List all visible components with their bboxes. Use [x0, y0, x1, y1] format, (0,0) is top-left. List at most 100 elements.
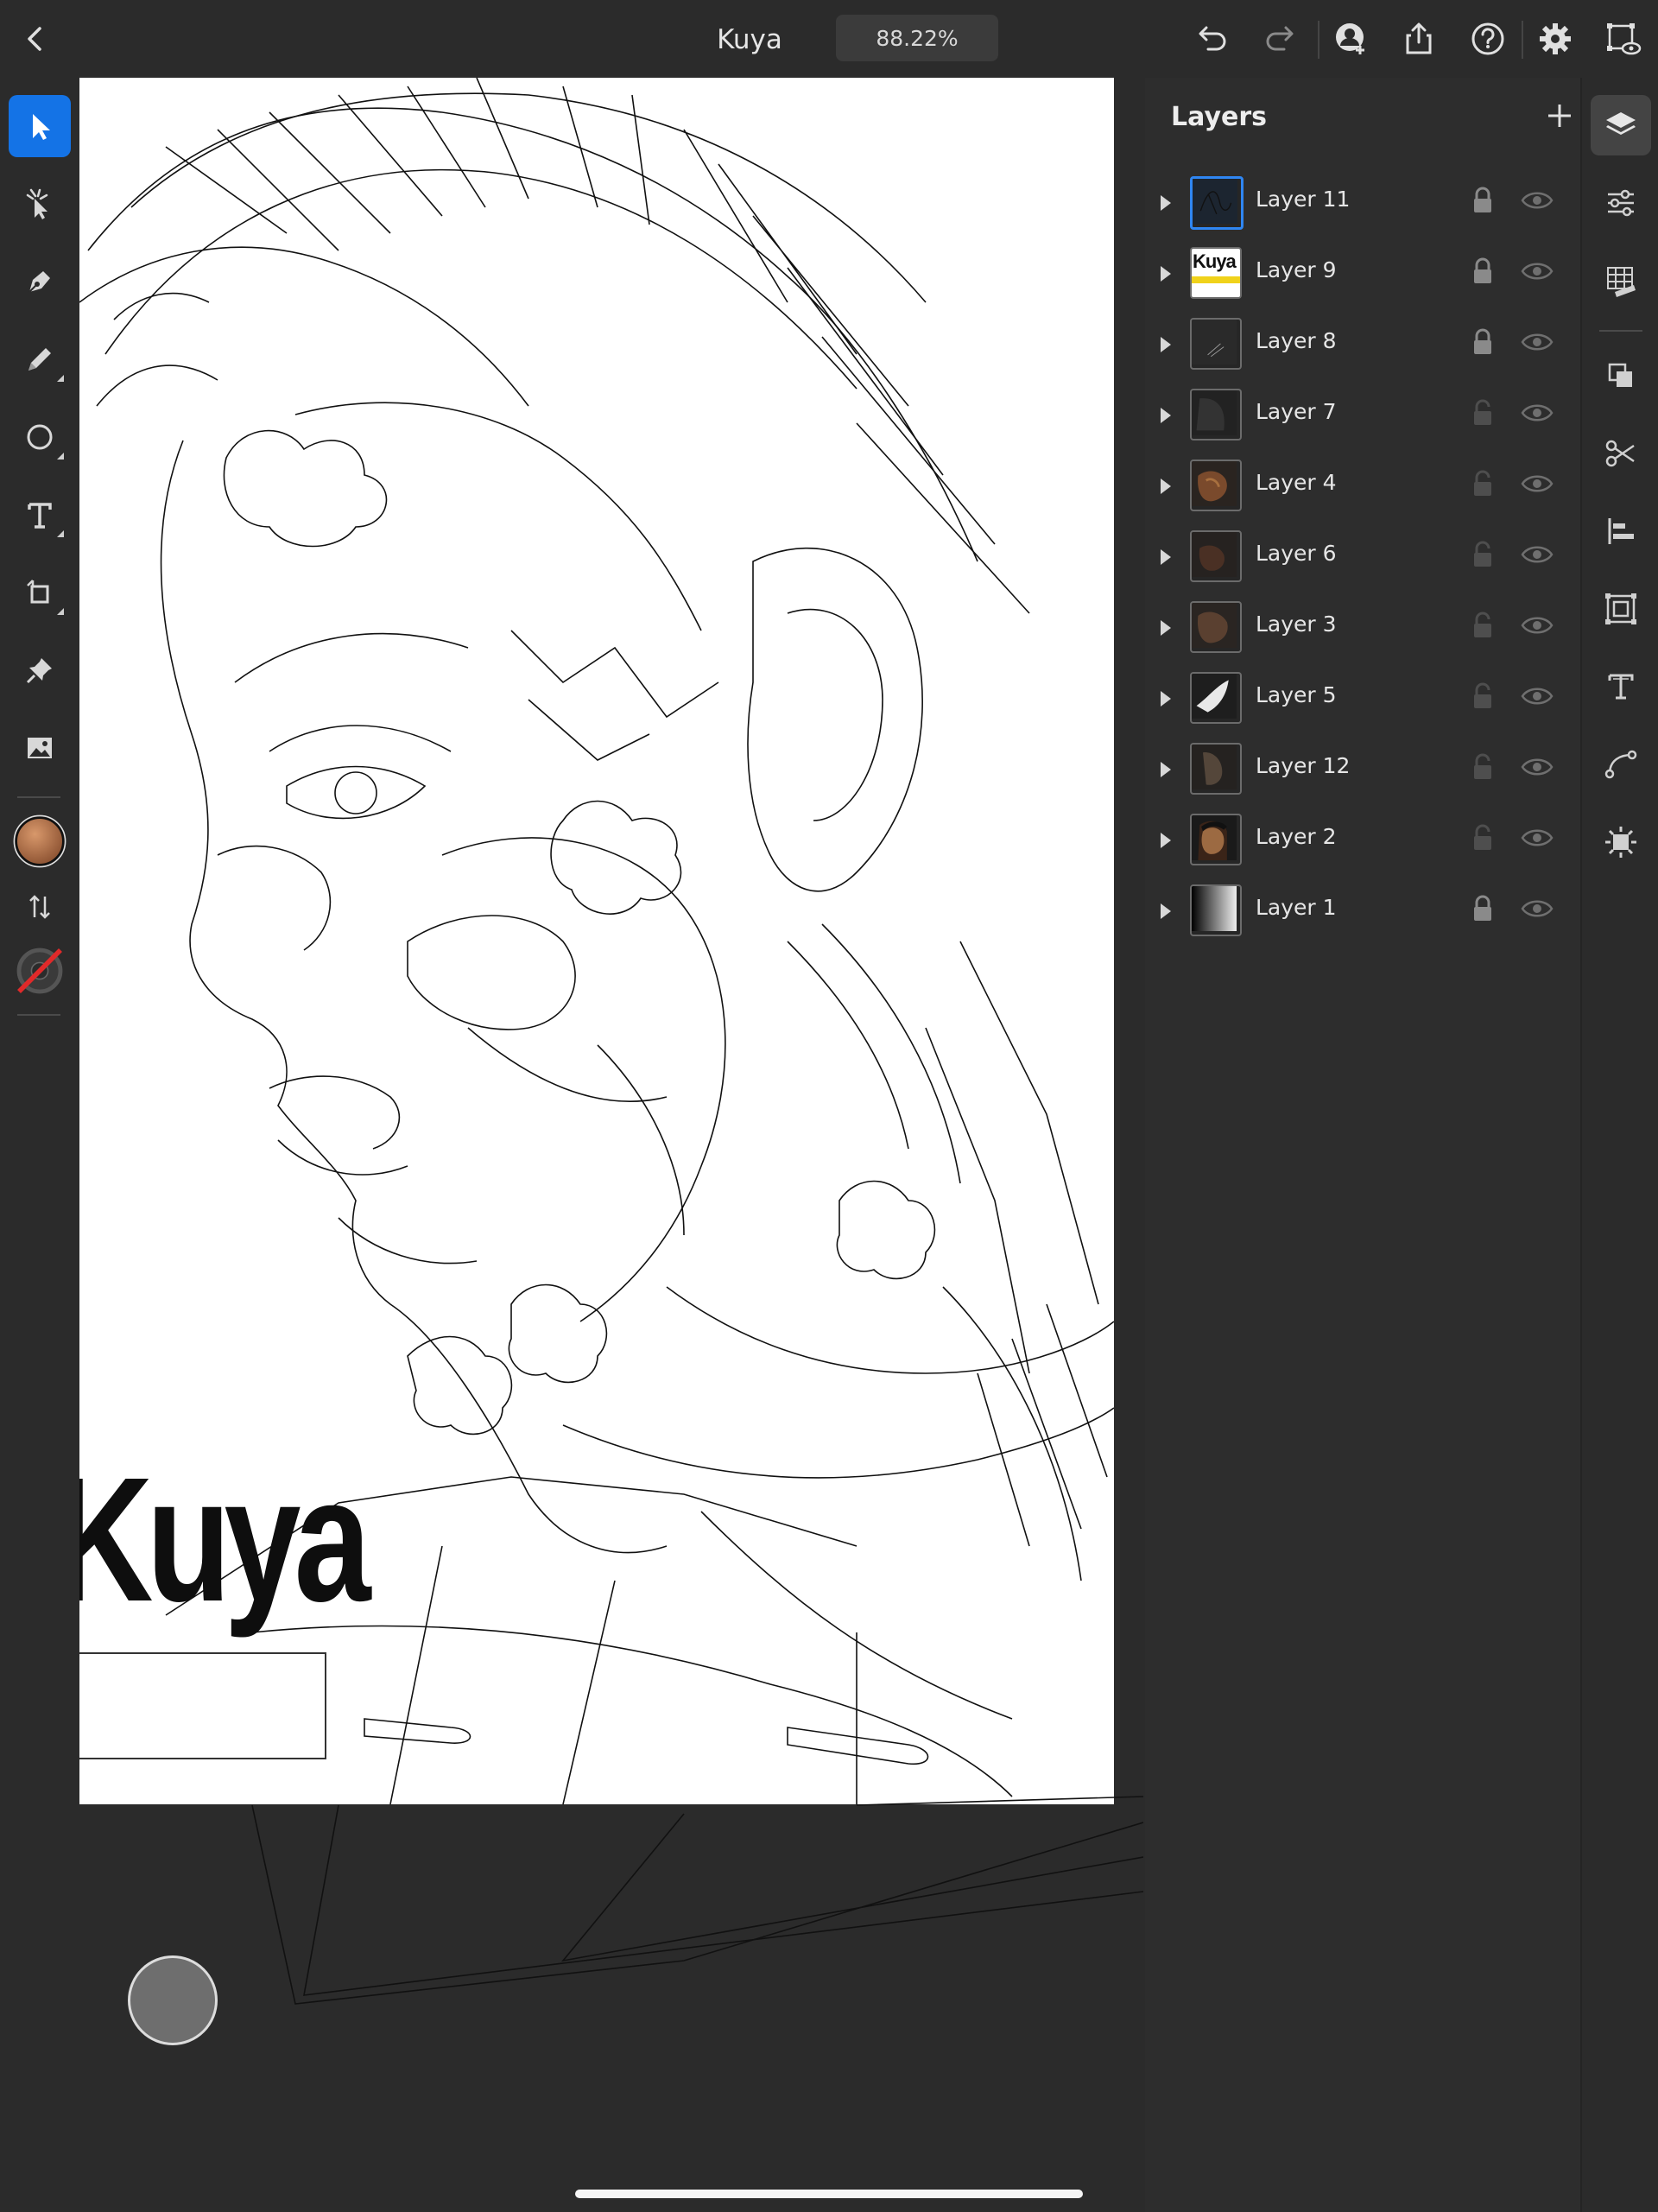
expand-toggle[interactable] — [1161, 479, 1171, 494]
layer-name[interactable]: Layer 7 — [1256, 399, 1337, 424]
pencil-tool[interactable] — [9, 328, 71, 390]
invite-user-icon — [1336, 23, 1364, 54]
layer-row[interactable]: Layer 2 — [1145, 805, 1580, 876]
visibility-icon[interactable] — [1520, 542, 1554, 567]
text-style-button[interactable] — [1591, 656, 1651, 717]
unlock-icon[interactable] — [1468, 751, 1497, 783]
unlock-icon[interactable] — [1468, 397, 1497, 428]
layer-row[interactable]: Layer 11 — [1145, 168, 1580, 238]
artboard[interactable]: Kuya — [79, 78, 1114, 1804]
path-button[interactable] — [1591, 734, 1651, 795]
text-frame-box[interactable] — [79, 1652, 326, 1759]
layer-row[interactable]: Layer 1 — [1145, 876, 1580, 947]
layer-name[interactable]: Layer 1 — [1256, 895, 1337, 920]
layer-name[interactable]: Layer 3 — [1256, 612, 1337, 637]
tools-panel — [0, 78, 79, 2212]
fill-color-swatch[interactable] — [9, 810, 71, 872]
layer-row[interactable]: Layer 5 — [1145, 663, 1580, 734]
expand-toggle[interactable] — [1161, 195, 1171, 211]
add-layer-button[interactable] — [1541, 97, 1579, 135]
lock-icon[interactable] — [1468, 185, 1497, 216]
type-tool[interactable] — [9, 484, 71, 546]
layer-name[interactable]: Layer 6 — [1256, 541, 1337, 566]
grid-button[interactable] — [1591, 250, 1651, 311]
shape-tool[interactable] — [9, 406, 71, 468]
layer-row[interactable]: Layer 8 — [1145, 309, 1580, 380]
visibility-icon[interactable] — [1520, 259, 1554, 283]
stroke-color-swatch[interactable] — [9, 940, 71, 1002]
visibility-icon[interactable] — [1520, 613, 1554, 637]
unlock-icon[interactable] — [1468, 822, 1497, 853]
unlock-icon[interactable] — [1468, 610, 1497, 641]
direct-selection-tool[interactable] — [9, 173, 71, 235]
zoom-level[interactable]: 88.22% — [836, 15, 998, 61]
layer-name[interactable]: Layer 11 — [1256, 187, 1350, 212]
effects-button[interactable] — [1591, 812, 1651, 872]
unlock-icon[interactable] — [1468, 539, 1497, 570]
layer-row[interactable]: Layer 7 — [1145, 380, 1580, 451]
properties-button[interactable] — [1591, 173, 1651, 233]
undo-button[interactable] — [1190, 17, 1233, 60]
invite-button[interactable] — [1330, 17, 1373, 60]
arrange-button[interactable] — [1591, 345, 1651, 406]
visibility-icon[interactable] — [1520, 826, 1554, 850]
layer-row[interactable]: Layer 3 — [1145, 593, 1580, 663]
visibility-icon[interactable] — [1520, 897, 1554, 921]
back-button[interactable] — [14, 17, 57, 60]
pin-tool[interactable] — [9, 639, 71, 701]
pen-tool[interactable] — [9, 250, 71, 313]
expand-toggle[interactable] — [1161, 762, 1171, 777]
tools-divider — [17, 1014, 60, 1016]
visibility-icon[interactable] — [1520, 755, 1554, 779]
scissors-button[interactable] — [1591, 423, 1651, 484]
expand-toggle[interactable] — [1161, 408, 1171, 423]
help-button[interactable] — [1466, 17, 1509, 60]
expand-toggle[interactable] — [1161, 549, 1171, 565]
lock-icon[interactable] — [1468, 326, 1497, 358]
visibility-icon[interactable] — [1520, 472, 1554, 496]
layer-name[interactable]: Layer 2 — [1256, 824, 1337, 849]
layer-row[interactable]: Layer 12 — [1145, 734, 1580, 805]
help-icon — [1471, 22, 1504, 55]
expand-toggle[interactable] — [1161, 266, 1171, 282]
layer-row[interactable]: Kuya Layer 9 — [1145, 238, 1580, 309]
preview-button[interactable] — [1601, 17, 1644, 60]
align-button[interactable] — [1591, 501, 1651, 561]
grid-icon — [1607, 267, 1636, 297]
layer-row[interactable]: Layer 4 — [1145, 451, 1580, 522]
visibility-icon[interactable] — [1520, 330, 1554, 354]
lock-icon[interactable] — [1468, 256, 1497, 287]
layer-name[interactable]: Layer 9 — [1256, 257, 1337, 282]
visibility-icon[interactable] — [1520, 684, 1554, 708]
redo-button[interactable] — [1259, 17, 1302, 60]
selection-tool[interactable] — [9, 95, 71, 157]
layer-name[interactable]: Layer 4 — [1256, 470, 1337, 495]
transform-tool[interactable] — [9, 561, 71, 624]
settings-button[interactable] — [1534, 17, 1577, 60]
lock-icon[interactable] — [1468, 893, 1497, 924]
touch-shortcut-button[interactable] — [128, 1955, 218, 2045]
expand-toggle[interactable] — [1161, 833, 1171, 848]
swap-colors-button[interactable] — [9, 876, 71, 938]
expand-toggle[interactable] — [1161, 337, 1171, 352]
repeat-button[interactable] — [1591, 579, 1651, 639]
headline-text[interactable]: Kuya — [79, 1451, 371, 1628]
layer-name[interactable]: Layer 5 — [1256, 682, 1337, 707]
canvas-area[interactable]: Kuya — [79, 78, 1143, 2212]
expand-toggle[interactable] — [1161, 620, 1171, 636]
home-indicator[interactable] — [575, 2190, 1083, 2198]
unlock-icon[interactable] — [1468, 468, 1497, 499]
layer-name[interactable]: Layer 8 — [1256, 328, 1337, 353]
layers-panel-button[interactable] — [1591, 95, 1651, 155]
layer-name[interactable]: Layer 12 — [1256, 753, 1350, 778]
layer-thumbnail — [1190, 672, 1242, 724]
document-title[interactable]: Kuya — [674, 17, 826, 62]
unlock-icon[interactable] — [1468, 681, 1497, 712]
place-image-tool[interactable] — [9, 717, 71, 779]
visibility-icon[interactable] — [1520, 188, 1554, 212]
layer-row[interactable]: Layer 6 — [1145, 522, 1580, 593]
share-button[interactable] — [1397, 17, 1440, 60]
expand-toggle[interactable] — [1161, 903, 1171, 919]
visibility-icon[interactable] — [1520, 401, 1554, 425]
expand-toggle[interactable] — [1161, 691, 1171, 707]
